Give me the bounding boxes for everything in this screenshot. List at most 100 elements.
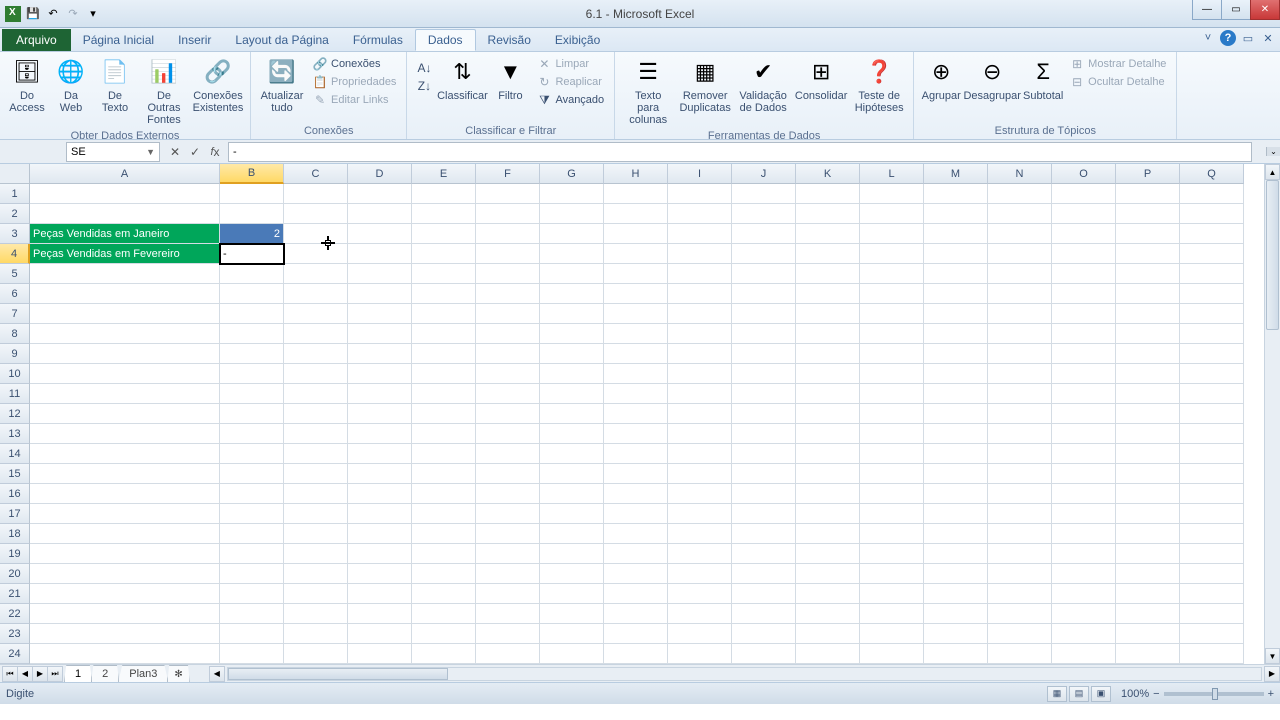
remove-duplicates-button[interactable]: ▦Remover Duplicatas — [677, 54, 733, 116]
cell-N24[interactable] — [988, 644, 1052, 664]
cell-L2[interactable] — [860, 204, 924, 224]
cell-O17[interactable] — [1052, 504, 1116, 524]
cell-L3[interactable] — [860, 224, 924, 244]
cell-L14[interactable] — [860, 444, 924, 464]
cell-I10[interactable] — [668, 364, 732, 384]
column-header-A[interactable]: A — [30, 164, 220, 184]
cell-I8[interactable] — [668, 324, 732, 344]
cell-M1[interactable] — [924, 184, 988, 204]
row-header-15[interactable]: 15 — [0, 464, 30, 484]
cell-J12[interactable] — [732, 404, 796, 424]
cell-B14[interactable] — [220, 444, 284, 464]
cell-M6[interactable] — [924, 284, 988, 304]
column-header-E[interactable]: E — [412, 164, 476, 184]
cell-I19[interactable] — [668, 544, 732, 564]
cell-O23[interactable] — [1052, 624, 1116, 644]
fx-icon[interactable]: fx — [206, 143, 224, 161]
ribbon-tab-revisão[interactable]: Revisão — [476, 29, 543, 51]
cell-F18[interactable] — [476, 524, 540, 544]
cell-P5[interactable] — [1116, 264, 1180, 284]
cell-K18[interactable] — [796, 524, 860, 544]
cell-L13[interactable] — [860, 424, 924, 444]
cell-N8[interactable] — [988, 324, 1052, 344]
row-header-24[interactable]: 24 — [0, 644, 30, 664]
cell-O2[interactable] — [1052, 204, 1116, 224]
consolidate-button[interactable]: ⊞Consolidar — [793, 54, 849, 104]
restore-window-icon[interactable]: ▭ — [1240, 30, 1256, 46]
cell-G13[interactable] — [540, 424, 604, 444]
cell-D21[interactable] — [348, 584, 412, 604]
cell-J6[interactable] — [732, 284, 796, 304]
cell-O5[interactable] — [1052, 264, 1116, 284]
minimize-button[interactable]: — — [1192, 0, 1222, 20]
cell-A14[interactable] — [30, 444, 220, 464]
cell-M22[interactable] — [924, 604, 988, 624]
cell-D20[interactable] — [348, 564, 412, 584]
cell-E11[interactable] — [412, 384, 476, 404]
cell-A1[interactable] — [30, 184, 220, 204]
cell-H21[interactable] — [604, 584, 668, 604]
cell-E2[interactable] — [412, 204, 476, 224]
row-header-5[interactable]: 5 — [0, 264, 30, 284]
cell-G6[interactable] — [540, 284, 604, 304]
sort-asc-button[interactable]: A↓ — [413, 60, 435, 76]
cell-A19[interactable] — [30, 544, 220, 564]
cell-F8[interactable] — [476, 324, 540, 344]
cell-F20[interactable] — [476, 564, 540, 584]
existing-conn-button[interactable]: 🔗Conexões Existentes — [192, 54, 244, 116]
cell-D13[interactable] — [348, 424, 412, 444]
cell-G5[interactable] — [540, 264, 604, 284]
cell-O19[interactable] — [1052, 544, 1116, 564]
maximize-button[interactable]: ▭ — [1221, 0, 1251, 20]
cell-C3[interactable] — [284, 224, 348, 244]
cell-C14[interactable] — [284, 444, 348, 464]
cell-J22[interactable] — [732, 604, 796, 624]
cell-I18[interactable] — [668, 524, 732, 544]
scroll-up-icon[interactable]: ▲ — [1265, 164, 1280, 180]
cell-N18[interactable] — [988, 524, 1052, 544]
row-header-7[interactable]: 7 — [0, 304, 30, 324]
cell-N12[interactable] — [988, 404, 1052, 424]
sort-desc-button[interactable]: Z↓ — [413, 78, 435, 94]
cell-L16[interactable] — [860, 484, 924, 504]
cell-O11[interactable] — [1052, 384, 1116, 404]
cell-M21[interactable] — [924, 584, 988, 604]
zoom-in-icon[interactable]: + — [1268, 688, 1274, 700]
cell-O24[interactable] — [1052, 644, 1116, 664]
cell-E7[interactable] — [412, 304, 476, 324]
cell-H11[interactable] — [604, 384, 668, 404]
cell-K24[interactable] — [796, 644, 860, 664]
cell-B20[interactable] — [220, 564, 284, 584]
cell-K3[interactable] — [796, 224, 860, 244]
cell-Q10[interactable] — [1180, 364, 1244, 384]
cell-J7[interactable] — [732, 304, 796, 324]
cell-C10[interactable] — [284, 364, 348, 384]
cell-O16[interactable] — [1052, 484, 1116, 504]
cell-B2[interactable] — [220, 204, 284, 224]
cell-B17[interactable] — [220, 504, 284, 524]
cell-A4[interactable]: Peças Vendidas em Fevereiro — [30, 244, 220, 264]
ungroup-button[interactable]: ⊖Desagrupar — [964, 54, 1020, 104]
cell-Q15[interactable] — [1180, 464, 1244, 484]
cell-I12[interactable] — [668, 404, 732, 424]
cell-L18[interactable] — [860, 524, 924, 544]
cell-L6[interactable] — [860, 284, 924, 304]
cell-E21[interactable] — [412, 584, 476, 604]
cell-G7[interactable] — [540, 304, 604, 324]
scroll-down-icon[interactable]: ▼ — [1265, 648, 1280, 664]
row-header-22[interactable]: 22 — [0, 604, 30, 624]
page-break-view-button[interactable]: ▣ — [1091, 686, 1111, 702]
cell-B5[interactable] — [220, 264, 284, 284]
cell-Q19[interactable] — [1180, 544, 1244, 564]
cell-Q3[interactable] — [1180, 224, 1244, 244]
cell-J18[interactable] — [732, 524, 796, 544]
cell-L20[interactable] — [860, 564, 924, 584]
cell-H9[interactable] — [604, 344, 668, 364]
cell-H24[interactable] — [604, 644, 668, 664]
cell-B6[interactable] — [220, 284, 284, 304]
cell-H5[interactable] — [604, 264, 668, 284]
ribbon-tab-fórmulas[interactable]: Fórmulas — [341, 29, 415, 51]
group-button[interactable]: ⊕Agrupar — [920, 54, 962, 104]
cell-O12[interactable] — [1052, 404, 1116, 424]
cell-G16[interactable] — [540, 484, 604, 504]
